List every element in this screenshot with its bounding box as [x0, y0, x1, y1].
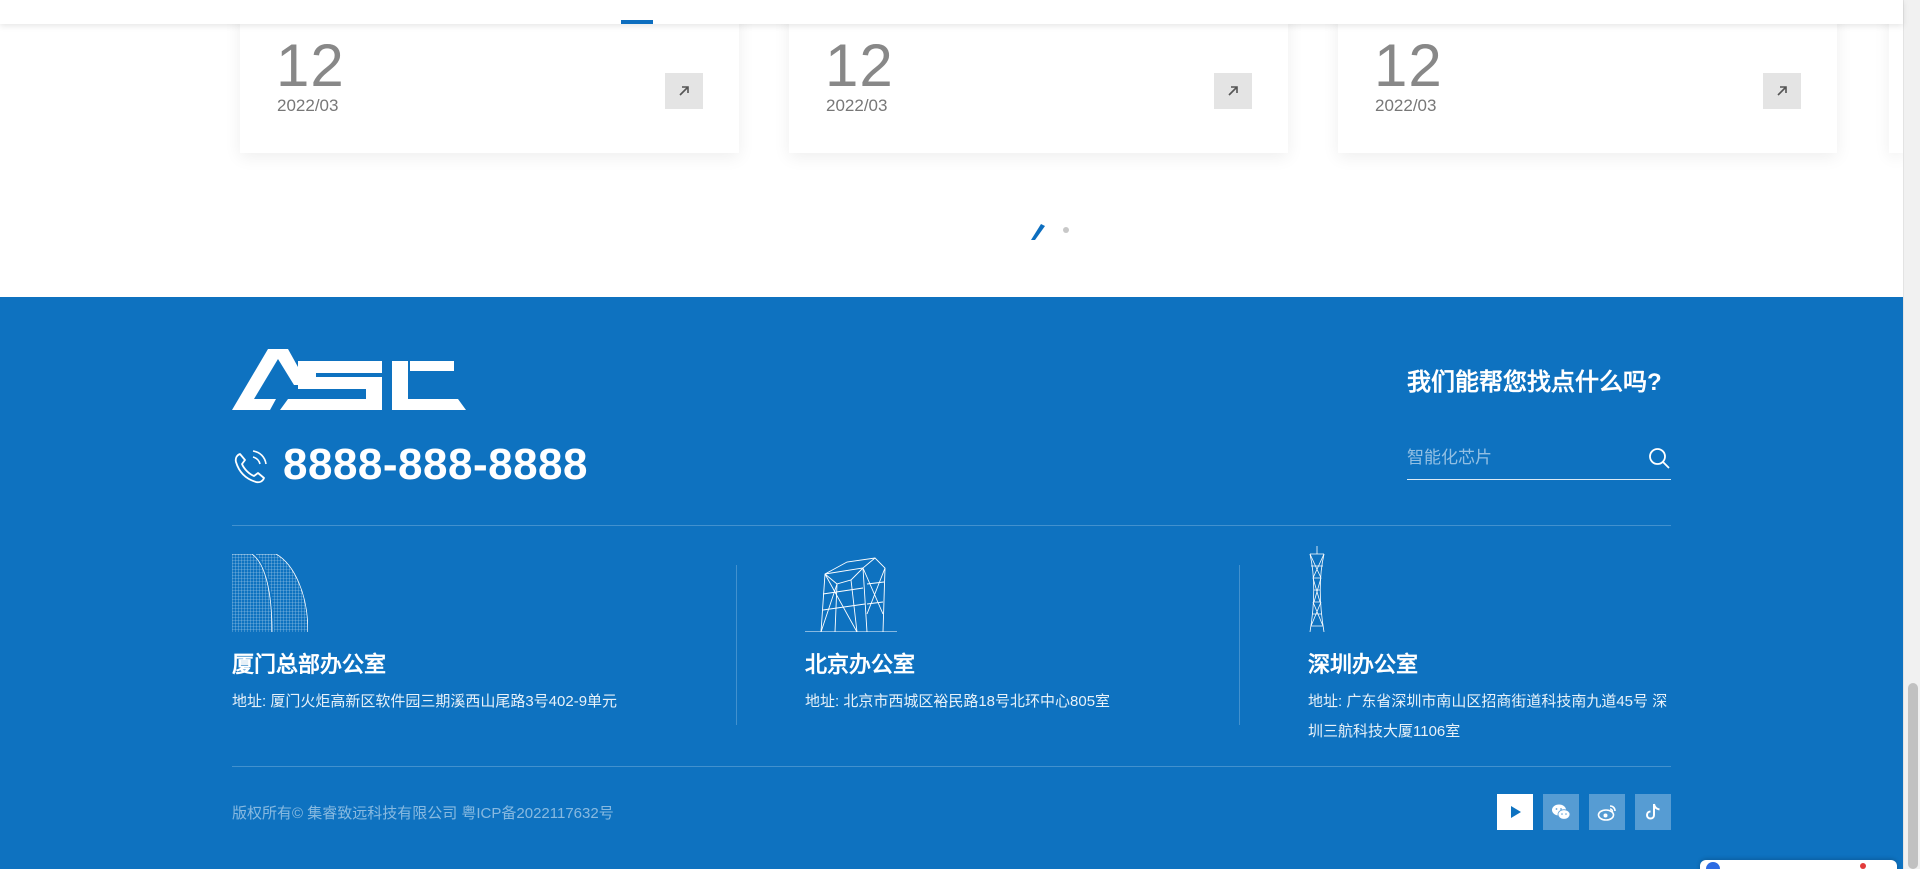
- floating-chat-widget[interactable]: [1700, 860, 1897, 869]
- chat-widget-icon: [1706, 862, 1720, 869]
- footer-divider: [232, 525, 1671, 526]
- vertical-scrollbar[interactable]: [1903, 0, 1920, 869]
- nav-active-indicator: [621, 20, 653, 24]
- news-day: 12: [825, 32, 894, 99]
- scrollbar-thumb[interactable]: [1908, 683, 1918, 869]
- office-name: 厦门总部办公室: [232, 652, 387, 677]
- office-divider: [736, 565, 737, 725]
- phone-icon: [234, 450, 267, 484]
- news-day: 12: [276, 32, 345, 99]
- news-year-month: 2022/03: [826, 96, 888, 115]
- office-address: 地址: 厦门火炬高新区软件园三期溪西山尾路3号402-9单元: [232, 693, 618, 710]
- header-bar: [0, 0, 1903, 24]
- news-section: 12 2022/03 12 2022/03 12 2022/03: [0, 0, 1903, 297]
- office-address: 地址: 广东省深圳市南山区招商街道科技南九道45号 深圳三航科技大厦1106室: [1308, 693, 1668, 740]
- arrow-up-right-icon[interactable]: [1763, 73, 1801, 109]
- help-title: 我们能帮您找点什么吗?: [1407, 369, 1662, 396]
- news-year-month: 2022/03: [1375, 96, 1437, 115]
- video-play-icon[interactable]: [1497, 794, 1533, 830]
- arrow-up-right-icon[interactable]: [665, 73, 703, 109]
- news-year-month: 2022/03: [277, 96, 339, 115]
- weibo-icon[interactable]: [1589, 794, 1625, 830]
- wechat-icon[interactable]: [1543, 794, 1579, 830]
- copyright-text: 版权所有© 集睿致远科技有限公司 粤ICP备2022117632号: [232, 805, 614, 822]
- office-divider: [1239, 565, 1240, 725]
- search-icon[interactable]: [1647, 446, 1671, 470]
- search-input[interactable]: [1407, 445, 1627, 471]
- phone-number[interactable]: 8888-888-8888: [283, 440, 588, 490]
- asl-logo[interactable]: [232, 349, 466, 410]
- notification-dot-icon: [1860, 863, 1866, 869]
- office-name: 深圳办公室: [1308, 652, 1419, 677]
- pager-dot[interactable]: [1063, 227, 1069, 233]
- page: 12 2022/03 12 2022/03 12 2022/03 8888-88…: [0, 0, 1920, 869]
- shenzhen-tower-icon: [1309, 546, 1325, 632]
- xiamen-building-icon: [232, 554, 308, 632]
- arrow-up-right-icon[interactable]: [1214, 73, 1252, 109]
- douyin-icon[interactable]: [1635, 794, 1671, 830]
- beijing-cctv-building-icon: [805, 557, 897, 632]
- footer-divider: [232, 766, 1671, 767]
- search-box: [1407, 437, 1671, 480]
- footer: 8888-888-8888 我们能帮您找点什么吗? 厦门总: [0, 297, 1903, 869]
- news-day: 12: [1374, 32, 1443, 99]
- office-name: 北京办公室: [805, 652, 916, 677]
- pager-active-indicator[interactable]: [1029, 220, 1049, 240]
- office-address: 地址: 北京市西城区裕民路18号北环中心805室: [805, 693, 1111, 710]
